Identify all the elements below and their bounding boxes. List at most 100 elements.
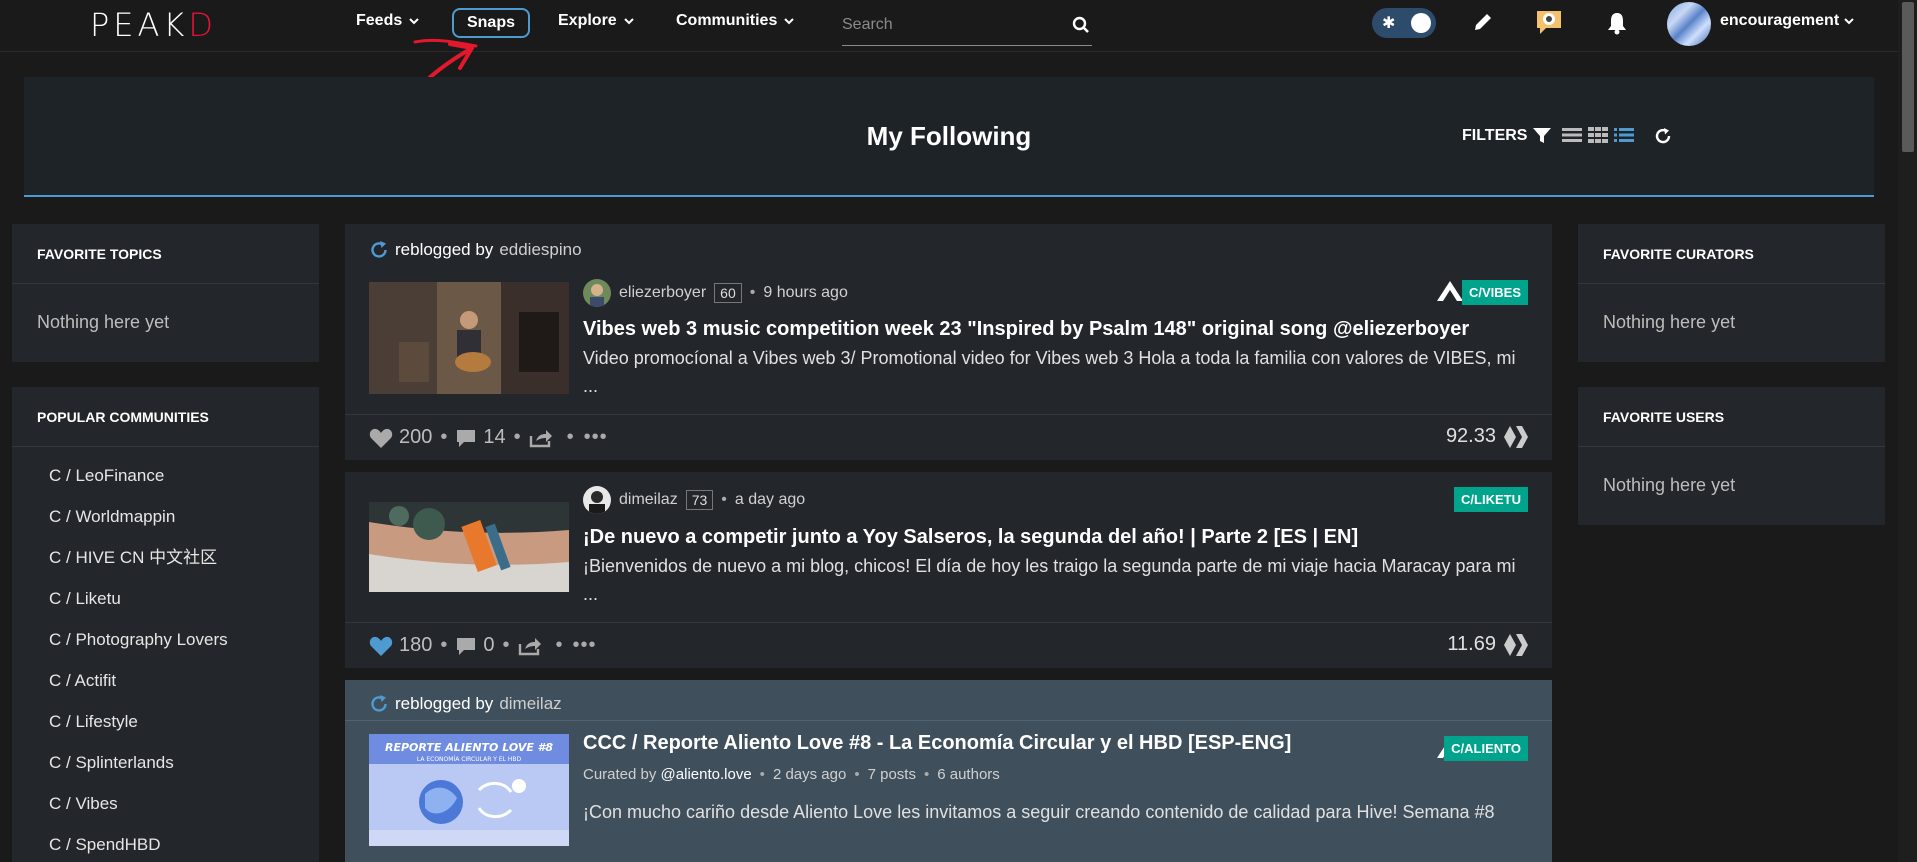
reblog-label: reblogged by bbox=[395, 240, 494, 259]
top-navbar: PEAKD Feeds Snaps Explore Communities ✱ … bbox=[0, 0, 1898, 52]
filters-button[interactable]: FILTERS bbox=[1462, 127, 1552, 145]
payout-info[interactable]: 92.33 bbox=[1446, 425, 1528, 448]
explore-label: Explore bbox=[558, 12, 617, 29]
author-avatar[interactable] bbox=[583, 279, 611, 307]
post-card[interactable]: dimeilaz 73 • a day ago C/LIKETU ¡De nue… bbox=[345, 472, 1552, 668]
like-button[interactable]: 180 bbox=[369, 634, 432, 657]
separator: • bbox=[749, 284, 756, 301]
post-time[interactable]: 2 days ago bbox=[773, 766, 846, 783]
reblog-label: reblogged by bbox=[395, 694, 494, 713]
payout-value: 92.33 bbox=[1445, 425, 1496, 447]
separator: • bbox=[923, 766, 930, 783]
like-button[interactable]: 200 bbox=[369, 426, 432, 449]
community-badge[interactable]: C/ALIENTO bbox=[1444, 736, 1528, 761]
bell-icon[interactable] bbox=[1606, 11, 1628, 35]
search-input[interactable] bbox=[842, 6, 1062, 44]
community-link[interactable]: C / Splinterlands bbox=[12, 742, 319, 783]
post-thumbnail[interactable] bbox=[369, 502, 569, 592]
post-time[interactable]: 9 hours ago bbox=[763, 284, 848, 302]
favorite-curators-panel: FAVORITE CURATORS Nothing here yet bbox=[1578, 224, 1885, 362]
user-menu[interactable]: encouragement bbox=[1720, 12, 1855, 30]
list-view-icon[interactable] bbox=[1562, 127, 1582, 143]
post-time[interactable]: a day ago bbox=[735, 491, 805, 509]
reputation-badge: 73 bbox=[685, 490, 714, 510]
author-link[interactable]: dimeilaz bbox=[619, 491, 678, 509]
comment-button[interactable]: 0 bbox=[455, 634, 495, 657]
community-link[interactable]: C / Lifestyle bbox=[12, 701, 319, 742]
comment-button[interactable]: 14 bbox=[455, 426, 506, 449]
pencil-icon[interactable] bbox=[1472, 11, 1494, 33]
separator: • bbox=[513, 426, 521, 448]
compact-view-icon[interactable] bbox=[1614, 127, 1634, 143]
community-link[interactable]: C / Photography Lovers bbox=[12, 619, 319, 660]
curator-link[interactable]: @aliento.love bbox=[661, 766, 752, 783]
communities-menu[interactable]: Communities bbox=[676, 12, 795, 30]
scrollbar-thumb[interactable] bbox=[1902, 2, 1914, 152]
community-badge[interactable]: C/LIKETU bbox=[1454, 487, 1528, 512]
refresh-icon[interactable] bbox=[1654, 127, 1672, 145]
feed-header: My Following FILTERS bbox=[24, 77, 1874, 197]
favorite-topics-panel: FAVORITE TOPICS Nothing here yet bbox=[12, 224, 319, 362]
communities-label: Communities bbox=[676, 12, 778, 29]
post-excerpt[interactable]: ¡Con mucho cariño desde Aliento Love les… bbox=[583, 798, 1543, 826]
separator: • bbox=[566, 426, 574, 448]
filter-icon bbox=[1533, 128, 1552, 143]
post-title[interactable]: Vibes web 3 music competition week 23 "I… bbox=[583, 318, 1469, 341]
payout-info[interactable]: 11.69 bbox=[1447, 633, 1528, 656]
separator: • bbox=[854, 766, 860, 783]
author-row: eliezerboyer 60 • 9 hours ago bbox=[583, 279, 848, 307]
favorite-users-title: FAVORITE USERS bbox=[1578, 387, 1885, 447]
comment-count: 0 bbox=[483, 634, 495, 656]
hive-currency-icon bbox=[1504, 425, 1528, 448]
post-excerpt[interactable]: ¡Bienvenidos de nuevo a mi blog, chicos!… bbox=[583, 552, 1528, 608]
community-badge[interactable]: C/VIBES bbox=[1461, 280, 1528, 305]
hive-logo-icon bbox=[1437, 281, 1463, 301]
share-icon[interactable] bbox=[529, 428, 553, 448]
community-link[interactable]: C / Actifit bbox=[12, 660, 319, 701]
post-footer: 200 • 14 • • ••• 92.33 bbox=[345, 414, 1552, 460]
chat-icon[interactable] bbox=[1534, 8, 1564, 36]
reblogger-link[interactable]: eddiespino bbox=[499, 240, 581, 260]
separator: • bbox=[721, 491, 727, 508]
explore-menu[interactable]: Explore bbox=[558, 12, 635, 30]
page-scrollbar[interactable] bbox=[1898, 0, 1917, 862]
theme-toggle[interactable]: ✱ bbox=[1372, 8, 1436, 38]
post-card[interactable]: reblogged by dimeilaz REPORTE ALIENTO LO… bbox=[345, 680, 1552, 862]
favorite-users-empty: Nothing here yet bbox=[1603, 475, 1736, 495]
community-link[interactable]: C / Vibes bbox=[12, 783, 319, 824]
community-link[interactable]: C / HIVE CN 中文社区 bbox=[12, 537, 319, 578]
share-icon[interactable] bbox=[518, 636, 542, 656]
post-title[interactable]: ¡De nuevo a competir junto a Yoy Salsero… bbox=[583, 526, 1358, 549]
peakd-logo[interactable]: PEAKD bbox=[90, 6, 217, 44]
feeds-menu[interactable]: Feeds bbox=[356, 12, 420, 30]
reblog-info: reblogged by dimeilaz bbox=[369, 694, 562, 714]
community-link[interactable]: C / SpendHBD bbox=[12, 824, 319, 862]
wristband-photo-thumbnail bbox=[369, 502, 569, 592]
community-link[interactable]: C / LeoFinance bbox=[12, 455, 319, 496]
author-avatar[interactable] bbox=[583, 486, 611, 514]
username-label: encouragement bbox=[1720, 12, 1840, 29]
post-excerpt[interactable]: Video promocíonal a Vibes web 3/ Promoti… bbox=[583, 344, 1528, 400]
user-avatar[interactable] bbox=[1667, 2, 1711, 46]
author-link[interactable]: eliezerboyer bbox=[619, 284, 706, 302]
chevron-down-icon bbox=[409, 18, 419, 25]
toggle-knob bbox=[1411, 13, 1431, 33]
community-link[interactable]: C / Worldmappin bbox=[12, 496, 319, 537]
more-options-icon[interactable]: ••• bbox=[584, 426, 608, 449]
posts-count: 7 posts bbox=[867, 766, 916, 783]
reblog-info: reblogged by eddiespino bbox=[369, 240, 582, 260]
post-card[interactable]: reblogged by eddiespino eliezerboyer 60 … bbox=[345, 224, 1552, 460]
post-thumbnail[interactable]: REPORTE ALIENTO LOVE #8 LA ECONOMÍA CIRC… bbox=[369, 734, 569, 846]
separator: • bbox=[555, 634, 563, 656]
aliento-report-thumbnail: REPORTE ALIENTO LOVE #8 LA ECONOMÍA CIRC… bbox=[369, 734, 569, 846]
search-icon[interactable] bbox=[1072, 16, 1090, 34]
more-options-icon[interactable]: ••• bbox=[573, 634, 597, 657]
reputation-badge: 60 bbox=[714, 283, 742, 303]
reblogger-link[interactable]: dimeilaz bbox=[499, 694, 561, 714]
like-count: 200 bbox=[399, 426, 433, 448]
post-title[interactable]: CCC / Reporte Aliento Love #8 - La Econo… bbox=[583, 732, 1291, 755]
guitar-video-thumbnail bbox=[369, 282, 569, 394]
community-link[interactable]: C / Liketu bbox=[12, 578, 319, 619]
post-thumbnail[interactable] bbox=[369, 282, 569, 394]
grid-view-icon[interactable] bbox=[1588, 127, 1608, 143]
